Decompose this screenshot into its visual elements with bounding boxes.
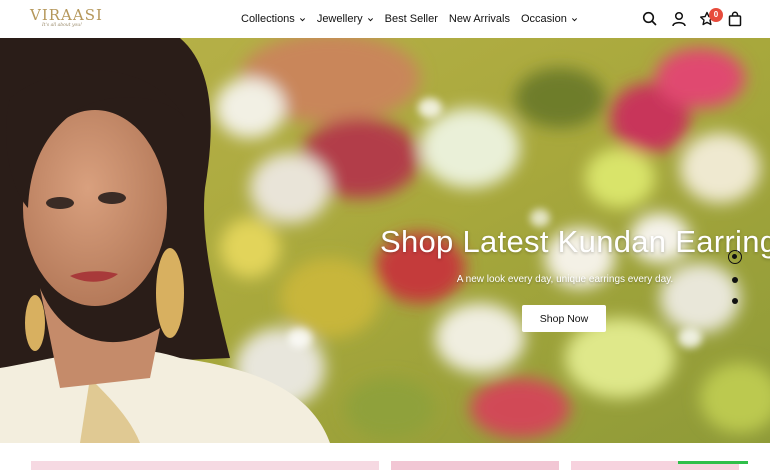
hero-subtitle: A new look every day, unique earrings ev… xyxy=(456,274,674,285)
nav-item-occasion[interactable]: Occasion xyxy=(521,13,578,25)
brand-name: VIRAASI xyxy=(30,6,103,24)
nav-item-label: Occasion xyxy=(521,13,567,25)
nav-item-jewellery[interactable]: Jewellery xyxy=(317,13,374,25)
nav-item-label: Collections xyxy=(241,13,295,25)
nav-item-label: New Arrivals xyxy=(448,13,510,25)
nav-item-best-seller[interactable]: Best Seller xyxy=(385,13,438,25)
chevron-down-icon xyxy=(571,17,577,21)
main-nav: Collections Jewellery Best Seller New Ar… xyxy=(241,11,589,27)
site-header: VIRAASI It's all about you! Collections … xyxy=(0,0,770,38)
search-icon[interactable] xyxy=(641,10,659,28)
hero-banner: Shop Latest Kundan Earrings A new look e… xyxy=(0,38,770,443)
promo-accent xyxy=(678,461,748,464)
chevron-down-icon xyxy=(299,17,305,21)
slider-dot-2[interactable] xyxy=(732,277,738,283)
nav-item-label: Best Seller xyxy=(384,13,438,25)
brand-tagline: It's all about you! xyxy=(42,23,82,28)
category-card[interactable] xyxy=(31,461,379,470)
user-icon[interactable] xyxy=(670,10,688,28)
chevron-down-icon xyxy=(367,17,373,21)
nav-item-label: Jewellery xyxy=(316,13,363,25)
category-card[interactable] xyxy=(391,461,559,470)
nav-item-new-arrivals[interactable]: New Arrivals xyxy=(449,13,510,25)
slider-dot-1[interactable] xyxy=(728,250,742,264)
slider-dot-3[interactable] xyxy=(732,298,738,304)
shopping-bag-icon[interactable] xyxy=(726,10,744,28)
shop-now-button[interactable]: Shop Now xyxy=(522,305,606,332)
nav-item-collections[interactable]: Collections xyxy=(241,13,306,25)
wishlist-count-badge: 0 xyxy=(709,8,723,22)
hero-title: Shop Latest Kundan Earrings xyxy=(380,224,770,259)
slider-pagination xyxy=(728,250,742,310)
brand-logo[interactable]: VIRAASI It's all about you! xyxy=(30,6,103,32)
